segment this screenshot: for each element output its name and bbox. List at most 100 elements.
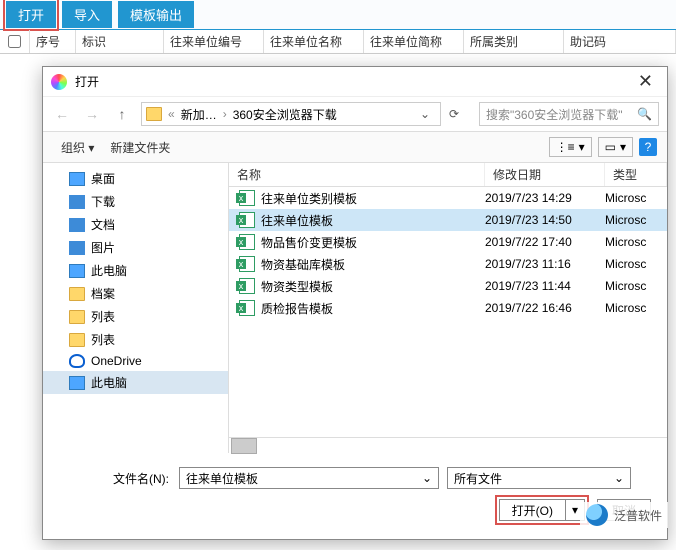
file-type: Microsc	[605, 191, 667, 205]
chevron-down-icon[interactable]: ⌄	[614, 471, 624, 485]
filename-input[interactable]: 往来单位模板 ⌄	[179, 467, 439, 489]
file-name: 往来单位模板	[261, 212, 333, 229]
path-dropdown-icon[interactable]: ⌄	[414, 107, 436, 121]
col-type[interactable]: 类型	[605, 163, 667, 186]
file-date: 2019/7/22 16:46	[485, 301, 605, 315]
import-button[interactable]: 导入	[62, 1, 112, 28]
main-toolbar: 打开 导入 模板输出	[0, 0, 676, 30]
organize-button[interactable]: 组织 ▾	[53, 136, 102, 159]
excel-icon	[239, 278, 255, 294]
col-seq[interactable]: 序号	[30, 30, 76, 53]
file-type: Microsc	[605, 235, 667, 249]
search-input[interactable]: 搜索"360安全浏览器下载" 🔍	[479, 102, 659, 126]
tree-item[interactable]: OneDrive	[43, 351, 228, 371]
tree-item-label: 此电脑	[91, 262, 127, 279]
tree-item[interactable]: 档案	[43, 282, 228, 305]
tree-item-icon	[69, 172, 85, 186]
view-mode-button[interactable]: ⋮≡▾	[549, 137, 592, 157]
folder-tree[interactable]: 桌面下载文档图片此电脑档案列表列表OneDrive此电脑	[43, 163, 229, 453]
file-row[interactable]: 物资基础库模板2019/7/23 11:16Microsc	[229, 253, 667, 275]
new-folder-button[interactable]: 新建文件夹	[102, 136, 178, 159]
tree-item-icon	[69, 333, 85, 347]
file-row[interactable]: 物资类型模板2019/7/23 11:44Microsc	[229, 275, 667, 297]
file-date: 2019/7/22 17:40	[485, 235, 605, 249]
path-box[interactable]: « 新加… › 360安全浏览器下载 ⌄	[141, 102, 441, 126]
col-mnemonic[interactable]: 助记码	[564, 30, 676, 53]
refresh-icon[interactable]: ⟳	[449, 107, 471, 121]
file-type: Microsc	[605, 301, 667, 315]
file-type: Microsc	[605, 257, 667, 271]
horizontal-scrollbar[interactable]	[229, 437, 667, 453]
select-all-checkbox[interactable]	[8, 35, 21, 48]
tree-item[interactable]: 桌面	[43, 167, 228, 190]
tree-item-label: 列表	[91, 331, 115, 348]
forward-icon[interactable]: →	[81, 103, 103, 125]
tree-item-label: 档案	[91, 285, 115, 302]
tree-item-label: 列表	[91, 308, 115, 325]
file-name: 物品售价变更模板	[261, 234, 357, 251]
tree-item[interactable]: 此电脑	[43, 259, 228, 282]
watermark-icon	[586, 504, 608, 526]
chevron-down-icon: ▾	[579, 140, 585, 154]
tree-item[interactable]: 下载	[43, 190, 228, 213]
grid-header: 序号 标识 往来单位编号 往来单位名称 往来单位简称 所属类别 助记码	[0, 30, 676, 54]
tree-item[interactable]: 列表	[43, 305, 228, 328]
excel-icon	[239, 256, 255, 272]
up-icon[interactable]: ↑	[111, 103, 133, 125]
excel-icon	[239, 190, 255, 206]
tree-item[interactable]: 列表	[43, 328, 228, 351]
file-row[interactable]: 物品售价变更模板 2019/7/22 17:40Microsc	[229, 231, 667, 253]
filename-value: 往来单位模板	[186, 470, 258, 487]
nav-bar: ← → ↑ « 新加… › 360安全浏览器下载 ⌄ ⟳ 搜索"360安全浏览器…	[43, 97, 667, 131]
col-category[interactable]: 所属类别	[464, 30, 564, 53]
app-icon	[51, 74, 67, 90]
close-icon[interactable]: ✕	[632, 71, 659, 92]
dialog-title: 打开	[75, 73, 99, 90]
tree-item-icon	[69, 376, 85, 390]
file-name: 物资基础库模板	[261, 256, 345, 273]
crumb-1[interactable]: 新加…	[177, 106, 221, 123]
tree-item-icon	[69, 310, 85, 324]
watermark: 泛普软件	[580, 502, 668, 528]
col-unit-no[interactable]: 往来单位编号	[164, 30, 264, 53]
file-open-dialog: 打开 ✕ ← → ↑ « 新加… › 360安全浏览器下载 ⌄ ⟳ 搜索"360…	[42, 66, 668, 540]
col-ident[interactable]: 标识	[76, 30, 164, 53]
template-output-button[interactable]: 模板输出	[118, 1, 194, 28]
col-filename[interactable]: 名称	[229, 163, 485, 186]
file-row[interactable]: 质检报告模板2019/7/22 16:46Microsc	[229, 297, 667, 319]
tree-item[interactable]: 文档	[43, 213, 228, 236]
file-row[interactable]: 往来单位模板2019/7/23 14:50Microsc	[229, 209, 667, 231]
col-unit-name[interactable]: 往来单位名称	[264, 30, 364, 53]
file-list-header: 名称 修改日期 类型	[229, 163, 667, 187]
file-name: 往来单位类别模板	[261, 190, 357, 207]
file-list[interactable]: 往来单位类别模板2019/7/23 14:29Microsc往来单位模板2019…	[229, 187, 667, 437]
tree-item[interactable]: 图片	[43, 236, 228, 259]
crumb-2[interactable]: 360安全浏览器下载	[229, 106, 341, 123]
search-placeholder: 搜索"360安全浏览器下载"	[486, 106, 623, 123]
filetype-select[interactable]: 所有文件 ⌄	[447, 467, 631, 489]
file-row[interactable]: 往来单位类别模板 2019/7/23 14:29Microsc	[229, 187, 667, 209]
tree-item-icon	[69, 195, 85, 209]
col-date[interactable]: 修改日期	[485, 163, 605, 186]
open-main[interactable]: 打开(O)	[500, 500, 566, 520]
preview-pane-button[interactable]: ▭▾	[598, 137, 633, 157]
tree-item[interactable]: 此电脑	[43, 371, 228, 394]
open-file-button[interactable]: 打开(O) ▾	[499, 499, 585, 521]
tree-item-label: 此电脑	[91, 374, 127, 391]
tree-item-label: 下载	[91, 193, 115, 210]
dialog-titlebar: 打开 ✕	[43, 67, 667, 97]
file-date: 2019/7/23 14:29	[485, 191, 605, 205]
file-date: 2019/7/23 11:44	[485, 279, 605, 293]
watermark-text: 泛普软件	[614, 507, 662, 524]
chevron-down-icon[interactable]: ⌄	[422, 471, 432, 485]
filetype-value: 所有文件	[454, 470, 502, 487]
col-unit-short[interactable]: 往来单位简称	[364, 30, 464, 53]
search-icon: 🔍	[637, 107, 652, 121]
open-button[interactable]: 打开	[6, 1, 56, 28]
tree-item-label: OneDrive	[91, 354, 142, 368]
help-icon[interactable]: ?	[639, 138, 657, 156]
tree-item-label: 图片	[91, 239, 115, 256]
back-icon[interactable]: ←	[51, 103, 73, 125]
file-type: Microsc	[605, 213, 667, 227]
tree-item-icon	[69, 264, 85, 278]
